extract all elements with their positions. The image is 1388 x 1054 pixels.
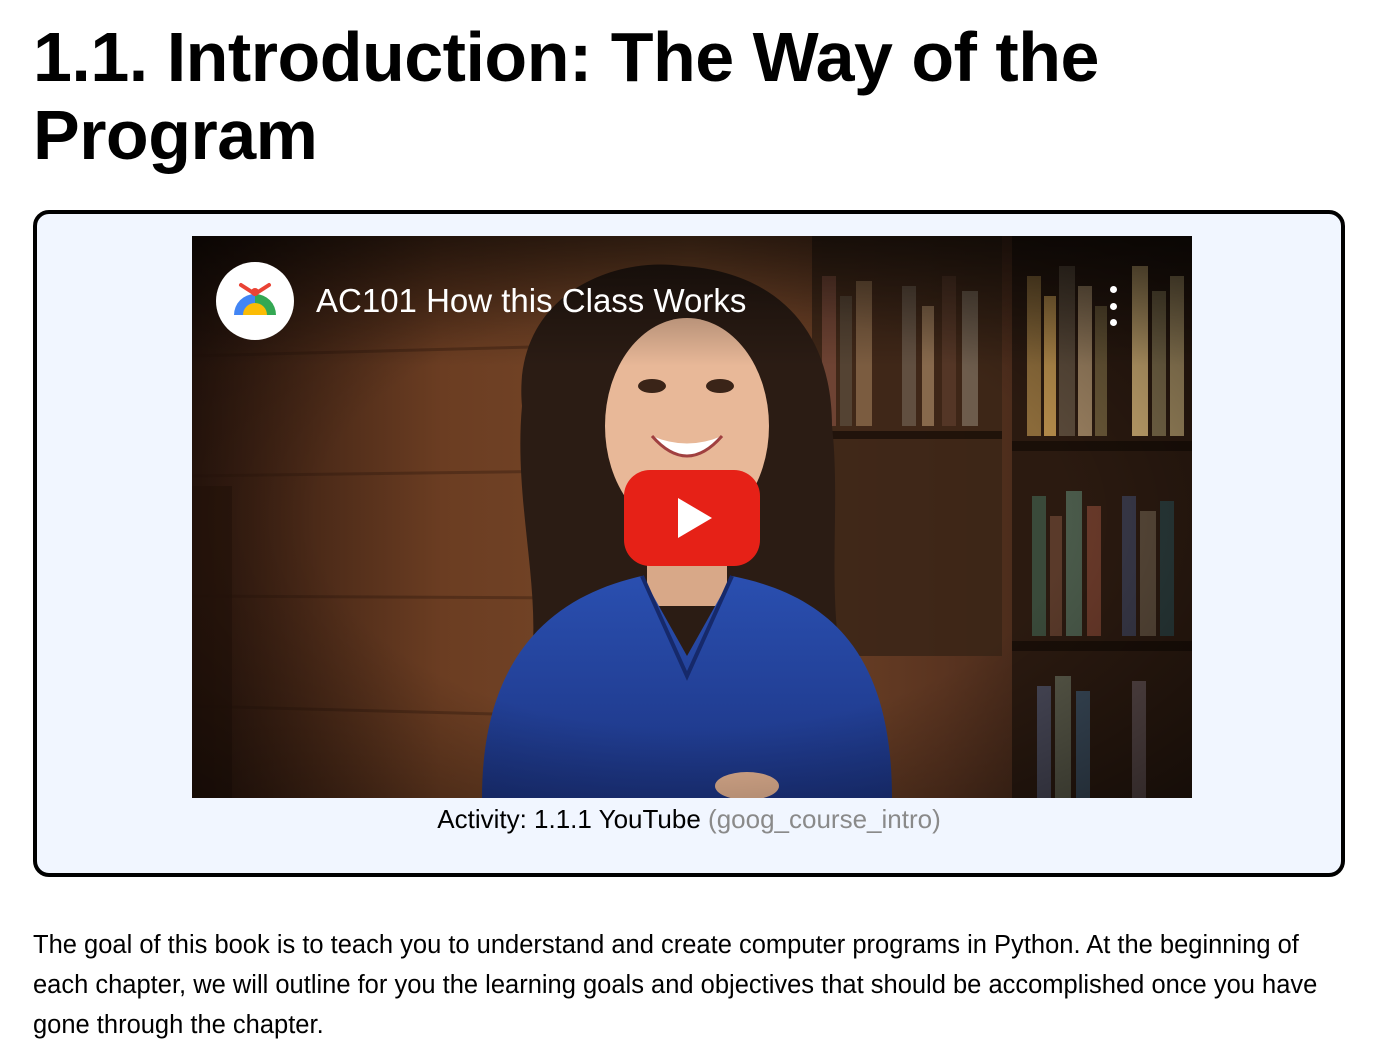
activity-caption: Activity: 1.1.1 YouTube (goog_course_int…	[37, 804, 1341, 835]
youtube-video-player[interactable]: AC101 How this Class Works	[192, 236, 1192, 798]
page-title: 1.1. Introduction: The Way of the Progra…	[33, 18, 1099, 174]
menu-dot	[1109, 286, 1117, 293]
google-logo-icon	[234, 283, 276, 315]
more-vertical-icon[interactable]	[1103, 286, 1123, 326]
youtube-play-icon[interactable]	[624, 470, 760, 566]
youtube-activity-box: AC101 How this Class Works Activity: 1.1…	[33, 210, 1345, 877]
activity-label: Activity: 1.1.1 YouTube	[437, 804, 701, 834]
menu-dot	[1109, 319, 1117, 326]
video-title[interactable]: AC101 How this Class Works	[316, 282, 746, 320]
menu-dot	[1109, 302, 1117, 310]
channel-avatar[interactable]	[216, 262, 294, 340]
activity-id: (goog_course_intro)	[708, 804, 941, 834]
intro-paragraph: The goal of this book is to teach you to…	[33, 931, 1318, 1039]
